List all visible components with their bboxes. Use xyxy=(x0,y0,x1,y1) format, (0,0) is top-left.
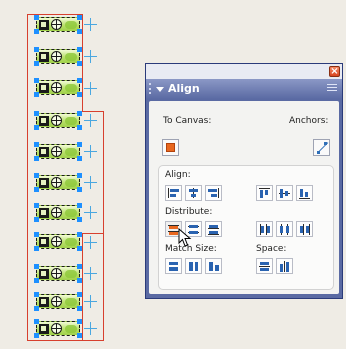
align-horizontal-center-button[interactable] xyxy=(185,185,202,201)
globe-icon xyxy=(51,323,62,334)
globe-icon xyxy=(51,82,62,93)
canvas-item[interactable] xyxy=(34,78,82,97)
splash-decoration xyxy=(65,53,77,61)
canvas-item[interactable] xyxy=(34,47,82,66)
button-icon xyxy=(39,269,49,279)
registration-point-icon xyxy=(84,176,97,189)
canvas-item[interactable] xyxy=(34,173,82,192)
canvas-item[interactable] xyxy=(34,232,82,251)
button-icon xyxy=(39,52,49,62)
panel-titlebar[interactable]: Align xyxy=(146,79,342,99)
to-canvas-label: To Canvas: xyxy=(163,116,212,126)
outline-right xyxy=(82,14,83,112)
panel-title: Align xyxy=(168,82,200,95)
registration-point-icon xyxy=(84,18,97,31)
distribute-right-button[interactable] xyxy=(296,221,313,237)
registration-point-icon xyxy=(84,82,97,95)
options-menu-icon[interactable] xyxy=(327,84,337,93)
align-top-button[interactable] xyxy=(256,185,273,201)
canvas-item[interactable] xyxy=(34,292,82,311)
distribute-left-button[interactable] xyxy=(256,221,273,237)
splash-decoration xyxy=(65,148,77,156)
space-label: Space: xyxy=(256,244,287,254)
globe-icon xyxy=(51,19,62,30)
registration-point-icon xyxy=(84,322,97,335)
anchors-label: Anchors: xyxy=(289,116,329,126)
globe-icon xyxy=(51,207,62,218)
outline-bottom xyxy=(27,340,104,341)
space-evenly-horizontal-button[interactable] xyxy=(276,258,293,274)
to-canvas-icon xyxy=(166,143,175,152)
close-icon[interactable]: × xyxy=(329,66,340,77)
match-width-height-button[interactable] xyxy=(205,258,222,274)
globe-icon xyxy=(51,177,62,188)
globe-icon xyxy=(51,268,62,279)
button-icon xyxy=(39,83,49,93)
mouse-pointer-icon xyxy=(178,228,192,247)
splash-decoration xyxy=(65,84,77,92)
canvas-item[interactable] xyxy=(34,15,82,34)
splash-decoration xyxy=(65,270,77,278)
outline-left xyxy=(27,14,28,340)
align-label: Align: xyxy=(165,170,191,180)
align-vertical-center-button[interactable] xyxy=(276,185,293,201)
button-icon xyxy=(39,324,49,334)
align-right-button[interactable] xyxy=(205,185,222,201)
globe-icon xyxy=(51,115,62,126)
registration-point-icon xyxy=(84,145,97,158)
match-width-button[interactable] xyxy=(165,258,182,274)
align-bottom-button[interactable] xyxy=(296,185,313,201)
space-evenly-vertical-button[interactable] xyxy=(256,258,273,274)
panel-top-strip: × xyxy=(146,64,342,79)
splash-decoration xyxy=(65,117,77,125)
registration-point-icon xyxy=(84,267,97,280)
splash-decoration xyxy=(65,238,77,246)
button-icon xyxy=(39,297,49,307)
button-icon xyxy=(39,208,49,218)
button-icon xyxy=(39,116,49,126)
match-height-button[interactable] xyxy=(185,258,202,274)
globe-icon xyxy=(51,146,62,157)
globe-icon xyxy=(51,51,62,62)
registration-point-icon xyxy=(84,50,97,63)
canvas-item[interactable] xyxy=(34,203,82,222)
splash-decoration xyxy=(65,179,77,187)
registration-point-icon xyxy=(84,206,97,219)
button-icon xyxy=(39,20,49,30)
distribute-bottom-button[interactable] xyxy=(205,221,222,237)
anchors-button[interactable] xyxy=(313,139,330,156)
canvas-item[interactable] xyxy=(34,142,82,161)
globe-icon xyxy=(51,236,62,247)
globe-icon xyxy=(51,296,62,307)
outline-mid-top xyxy=(82,111,104,112)
grip-icon[interactable] xyxy=(149,83,153,94)
button-icon xyxy=(39,178,49,188)
registration-point-icon xyxy=(84,236,97,249)
distribute-horizontal-center-button[interactable] xyxy=(276,221,293,237)
button-icon xyxy=(39,237,49,247)
button-icon xyxy=(39,147,49,157)
canvas-item[interactable] xyxy=(34,264,82,283)
canvas-item[interactable] xyxy=(34,319,82,338)
canvas-item[interactable] xyxy=(34,111,82,130)
panel-body: To Canvas: Anchors: Align: Distribute: M… xyxy=(149,101,339,294)
outline-inner xyxy=(82,233,83,340)
splash-decoration xyxy=(65,209,77,217)
align-panel[interactable]: × Align To Canvas: Anchors: Align: Distr… xyxy=(145,63,343,299)
splash-decoration xyxy=(65,21,77,29)
collapse-triangle-icon[interactable] xyxy=(156,87,164,92)
registration-point-icon xyxy=(84,114,97,127)
splash-decoration xyxy=(65,325,77,333)
to-canvas-button[interactable] xyxy=(162,139,179,156)
align-left-button[interactable] xyxy=(165,185,182,201)
splash-decoration xyxy=(65,298,77,306)
outline-right-lower xyxy=(103,111,104,341)
registration-point-icon xyxy=(84,295,97,308)
outline-mid xyxy=(82,233,104,234)
distribute-label: Distribute: xyxy=(165,207,213,217)
